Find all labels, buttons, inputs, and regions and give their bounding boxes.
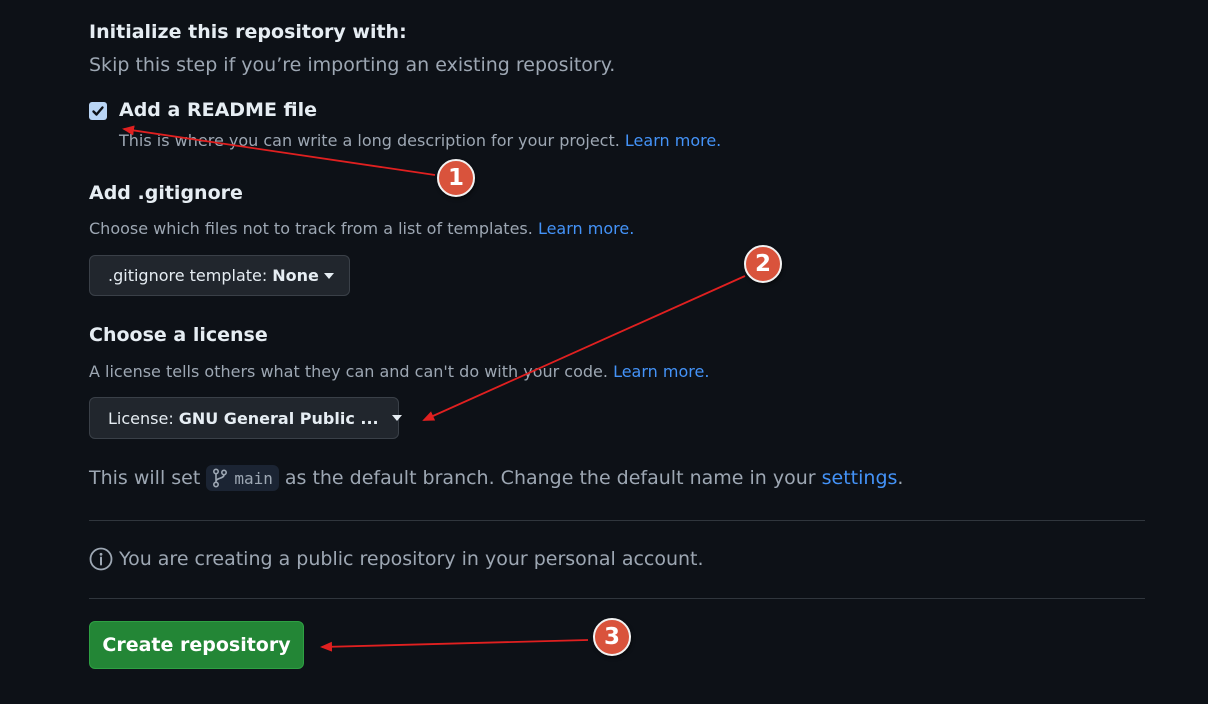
- annotation-badge-1: 1: [437, 159, 475, 197]
- divider: [89, 598, 1145, 599]
- annotation-arrow-2: [422, 275, 746, 421]
- branch-prefix: This will set: [89, 467, 201, 489]
- gitignore-description-text: Choose which files not to track from a l…: [89, 219, 533, 238]
- license-description-text: A license tells others what they can and…: [89, 362, 608, 381]
- license-select[interactable]: License: GNU General Public ...: [89, 397, 402, 439]
- annotation-badge-3: 3: [593, 618, 631, 656]
- caret-down-icon: [391, 415, 402, 421]
- gitignore-description: Choose which files not to track from a l…: [89, 219, 634, 238]
- readme-description-text: This is where you can write a long descr…: [119, 131, 620, 150]
- init-heading: Initialize this repository with:: [89, 21, 407, 43]
- license-description: A license tells others what they can and…: [89, 362, 709, 381]
- public-repo-notice: You are creating a public repository in …: [89, 547, 704, 571]
- readme-checkbox[interactable]: [89, 102, 107, 120]
- readme-label[interactable]: Add a README file: [119, 99, 317, 121]
- create-repository-button[interactable]: Create repository: [89, 621, 304, 669]
- caret-down-icon: [323, 272, 334, 279]
- branch-middle-text: as the default branch. Change the defaul…: [284, 467, 816, 489]
- public-repo-notice-text: You are creating a public repository in …: [119, 548, 704, 570]
- gitignore-heading: Add .gitignore: [89, 182, 243, 204]
- branch-suffix: .: [897, 467, 904, 489]
- check-icon: [92, 106, 104, 116]
- git-branch-icon: [213, 468, 228, 488]
- info-icon: [89, 547, 113, 571]
- license-learn-more-link[interactable]: Learn more.: [613, 362, 709, 381]
- license-select-prefix: License:: [108, 408, 174, 428]
- gitignore-template-select[interactable]: .gitignore template: None: [89, 255, 350, 296]
- annotation-badge-2: 2: [744, 245, 782, 283]
- divider: [89, 520, 1145, 521]
- license-select-value: GNU General Public ...: [178, 408, 379, 428]
- init-subtext: Skip this step if you’re importing an ex…: [89, 54, 616, 76]
- branch-name: main: [234, 468, 273, 488]
- readme-learn-more-link[interactable]: Learn more.: [625, 131, 721, 150]
- license-heading: Choose a license: [89, 324, 268, 346]
- gitignore-learn-more-link[interactable]: Learn more.: [538, 219, 634, 238]
- gitignore-select-value: None: [272, 266, 319, 285]
- create-repo-settings: Initialize this repository with: Skip th…: [0, 0, 1208, 704]
- branch-name-chip: main: [206, 465, 279, 491]
- default-branch-note: This will set main as the default branch…: [89, 465, 903, 491]
- settings-link[interactable]: settings: [822, 467, 898, 489]
- readme-description: This is where you can write a long descr…: [119, 131, 721, 150]
- annotation-arrow-3: [320, 639, 589, 652]
- gitignore-select-prefix: .gitignore template:: [108, 266, 268, 285]
